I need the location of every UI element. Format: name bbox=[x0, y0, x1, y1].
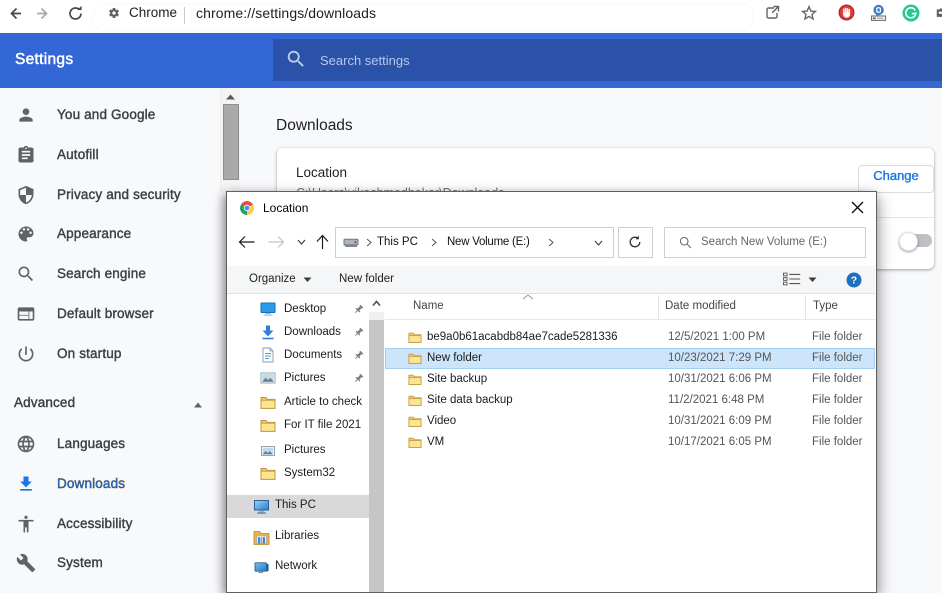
svg-text:?: ? bbox=[851, 275, 857, 287]
